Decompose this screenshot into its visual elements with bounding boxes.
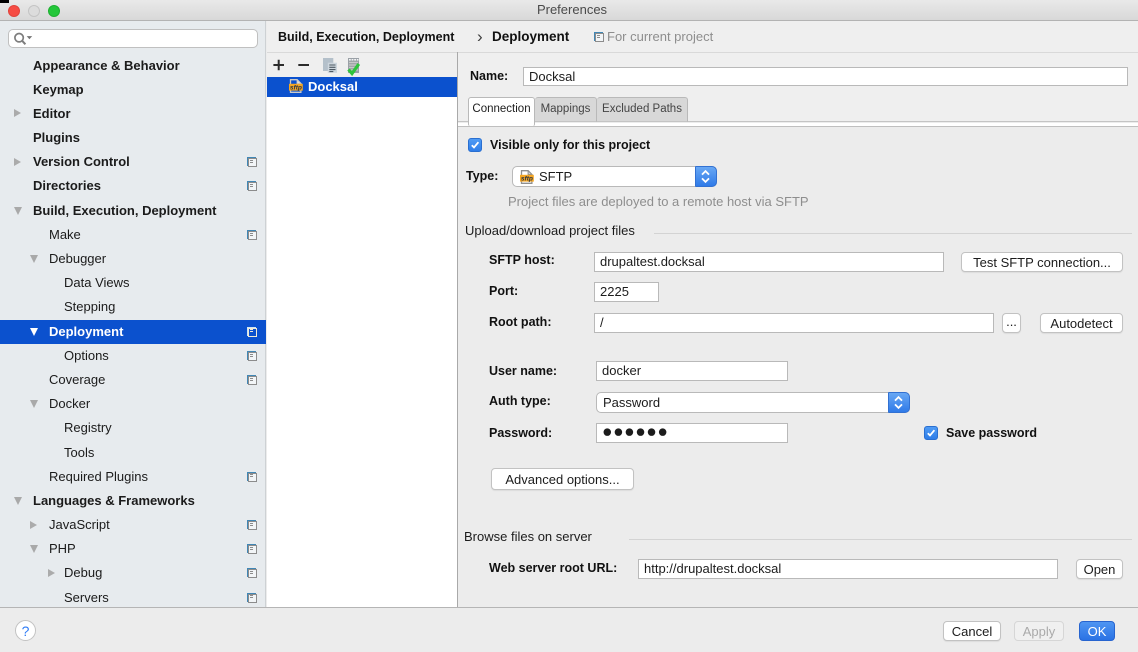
svg-text:sftp: sftp (290, 84, 302, 91)
svg-text:sftp: sftp (521, 175, 533, 182)
